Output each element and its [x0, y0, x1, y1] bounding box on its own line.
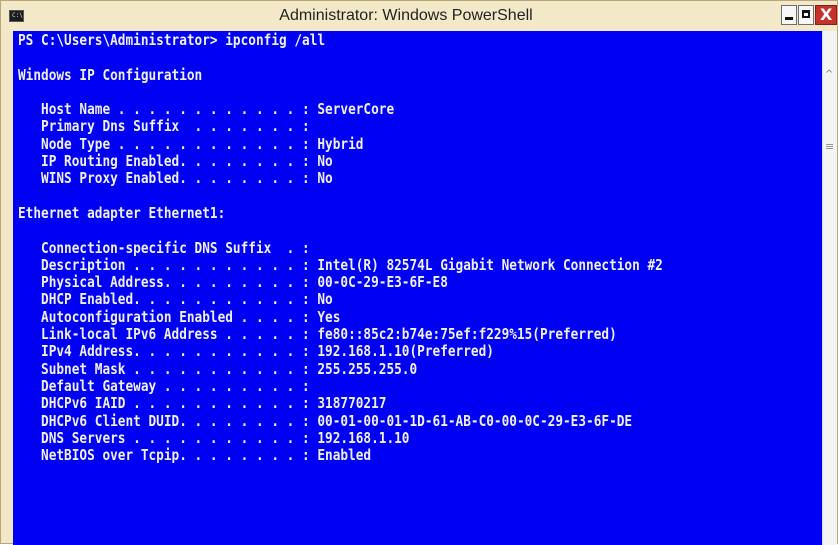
- close-icon: X: [820, 5, 833, 24]
- console-line: Connection-specific DNS Suffix . :: [18, 238, 310, 257]
- console-line: IP Routing Enabled. . . . . . . . : No: [18, 152, 333, 171]
- console-line: Primary Dns Suffix . . . . . . . :: [18, 117, 310, 136]
- console-line: PS C:\Users\Administrator> ipconfig /all: [18, 31, 326, 49]
- console-line: IPv4 Address. . . . . . . . . . . : 192.…: [18, 342, 494, 361]
- console-line: Default Gateway . . . . . . . . . :: [18, 376, 310, 395]
- console-line: DHCP Enabled. . . . . . . . . . . : No: [18, 290, 333, 309]
- console-line: NetBIOS over Tcpip. . . . . . . . : Enab…: [18, 446, 372, 465]
- console-line: Ethernet adapter Ethernet1:: [18, 203, 226, 222]
- console-line: DHCPv6 IAID . . . . . . . . . . . : 3187…: [18, 394, 387, 413]
- console-line: Node Type . . . . . . . . . . . . : Hybr…: [18, 134, 364, 153]
- console-lines: PS C:\Users\Administrator> ipconfig /all…: [18, 31, 663, 465]
- title-bar[interactable]: C:\ Administrator: Windows PowerShell X: [1, 1, 837, 31]
- console-line: Physical Address. . . . . . . . . : 00-0…: [18, 273, 448, 292]
- console-line: WINS Proxy Enabled. . . . . . . . : No: [18, 169, 333, 188]
- window-title: Administrator: Windows PowerShell: [279, 7, 533, 24]
- console-output[interactable]: PS C:\Users\Administrator> ipconfig /all…: [13, 31, 822, 545]
- vertical-scrollbar[interactable]: ^ ≡: [822, 31, 837, 545]
- scroll-grip-icon[interactable]: ≡: [825, 140, 834, 153]
- console-line: Link-local IPv6 Address . . . . . : fe80…: [18, 325, 617, 344]
- console-line: DHCPv6 Client DUID. . . . . . . . : 00-0…: [18, 411, 633, 430]
- minimize-icon: [785, 17, 793, 20]
- powershell-window: C:\ Administrator: Windows PowerShell X …: [0, 0, 838, 545]
- maximize-icon: [802, 10, 810, 18]
- maximize-button[interactable]: [798, 5, 814, 25]
- close-button[interactable]: X: [815, 5, 837, 25]
- console-line: Host Name . . . . . . . . . . . . : Serv…: [18, 100, 395, 119]
- console-line: Subnet Mask . . . . . . . . . . . : 255.…: [18, 359, 418, 378]
- console-line: Description . . . . . . . . . . . : Inte…: [18, 255, 663, 274]
- console-line: Windows IP Configuration: [18, 65, 203, 84]
- console-line: Autoconfiguration Enabled . . . . : Yes: [18, 307, 341, 326]
- scroll-up-arrow-icon[interactable]: ^: [825, 69, 833, 80]
- minimize-button[interactable]: [781, 5, 797, 25]
- console-line: DNS Servers . . . . . . . . . . . : 192.…: [18, 428, 410, 447]
